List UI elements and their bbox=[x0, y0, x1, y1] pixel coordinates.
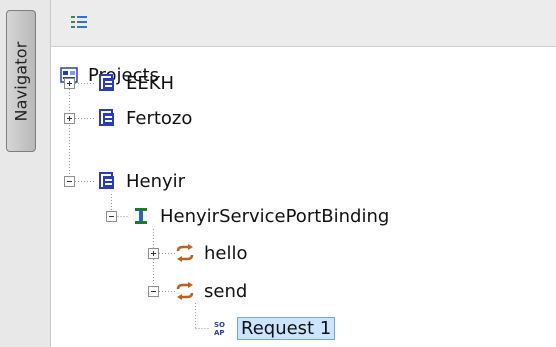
collapse-henyir-button[interactable] bbox=[64, 176, 75, 187]
operation-icon bbox=[175, 281, 195, 301]
tree-node-label: Henyir bbox=[126, 170, 186, 192]
collapse-binding-button[interactable] bbox=[106, 211, 117, 222]
navigator-tab-label: Navigator bbox=[11, 40, 31, 122]
soap-request-icon: SO AP bbox=[211, 318, 231, 338]
navigator-toolbar bbox=[51, 0, 556, 47]
tree-node-eekh[interactable]: EEKH bbox=[97, 69, 177, 97]
expand-hello-button[interactable] bbox=[148, 248, 159, 259]
tree-list-icon[interactable] bbox=[67, 10, 91, 34]
tree-node-hello[interactable]: hello bbox=[175, 239, 251, 267]
navigator-tab[interactable]: Navigator bbox=[6, 10, 36, 152]
project-tree: Projects EEKH Fertozo Henyir HenyirServi… bbox=[51, 47, 556, 347]
tree-node-label: EEKH bbox=[126, 72, 175, 94]
tree-node-fertozo[interactable]: Fertozo bbox=[97, 104, 195, 132]
tree-node-label: hello bbox=[204, 242, 248, 264]
interface-icon bbox=[131, 206, 151, 226]
tree-node-henyir[interactable]: Henyir bbox=[97, 167, 188, 195]
navigator-sidebar: Navigator bbox=[0, 0, 51, 347]
tree-node-request-1[interactable]: SO AP Request 1 bbox=[211, 314, 336, 342]
expand-fertozo-button[interactable] bbox=[64, 113, 75, 124]
tree-node-binding[interactable]: HenyirServicePortBinding bbox=[131, 202, 392, 230]
tree-node-send[interactable]: send bbox=[175, 277, 250, 305]
project-icon bbox=[97, 73, 117, 93]
svg-text:AP: AP bbox=[214, 329, 225, 337]
project-icon bbox=[97, 108, 117, 128]
tree-node-label: HenyirServicePortBinding bbox=[160, 205, 390, 227]
operation-icon bbox=[175, 243, 195, 263]
project-icon bbox=[97, 171, 117, 191]
tree-node-label: Request 1 bbox=[237, 316, 336, 340]
expand-eekh-button[interactable] bbox=[64, 78, 75, 89]
svg-text:SO: SO bbox=[214, 321, 225, 329]
tree-node-label: Fertozo bbox=[126, 107, 193, 129]
tree-node-label: send bbox=[204, 280, 248, 302]
collapse-send-button[interactable] bbox=[148, 286, 159, 297]
